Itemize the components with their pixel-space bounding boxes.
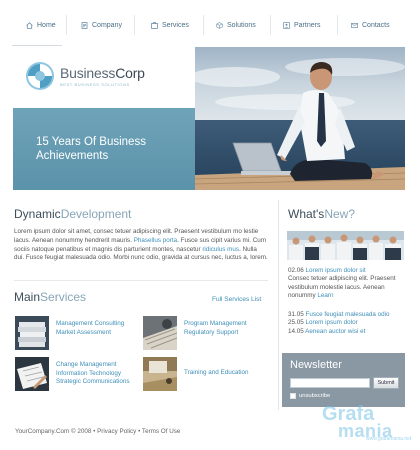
nav-home-label: Home	[37, 21, 56, 29]
service-item-program: Program Management Regulatory Support	[143, 316, 263, 350]
section-divider	[14, 280, 268, 281]
footer: YourCompany.Com © 2008 • Privacy Policy …	[15, 428, 180, 435]
service-item-consulting: Management Consulting Market Assessment	[15, 316, 135, 350]
news-link[interactable]: Lorem ipsum dolor sit	[306, 267, 366, 274]
nav-services[interactable]: Services	[151, 18, 189, 32]
news-entry: 02.06 Lorem ipsum dolor sit Consec tetue…	[288, 267, 408, 301]
unsubscribe-checkbox[interactable]	[290, 393, 296, 399]
nav-services-label: Services	[162, 21, 189, 29]
footer-copyright: YourCompany.Com © 2008 •	[15, 428, 96, 435]
newsletter-submit-button[interactable]: Submit	[373, 377, 399, 389]
nav-contacts-label: Contacts	[362, 21, 390, 29]
phasellus-porta-link[interactable]: Phasellus porta	[134, 237, 177, 244]
logo-mark-icon	[26, 62, 54, 90]
newsletter-email-input[interactable]	[290, 378, 370, 388]
service-link[interactable]: Strategic Communications	[56, 378, 130, 387]
dynamic-development-heading: DynamicDevelopment	[14, 207, 132, 221]
user-card-icon	[283, 21, 290, 29]
hero-banner: BusinessCorp BEST BUSINESS SOLUTIONS 15 …	[13, 47, 405, 190]
service-link[interactable]: Market Assessment	[56, 329, 124, 338]
nav-partners-label: Partners	[294, 21, 321, 29]
main-services-heading: MainServices	[14, 290, 87, 304]
news-date: 14.05	[288, 327, 304, 335]
nav-solutions[interactable]: Solutions	[216, 18, 256, 32]
cube-icon	[216, 21, 223, 29]
nav-divider	[203, 15, 204, 35]
nav-partners[interactable]: Partners	[283, 18, 320, 32]
nav-home[interactable]: Home	[26, 18, 56, 32]
service-link[interactable]: Regulatory Support	[184, 329, 247, 338]
column-divider	[278, 200, 279, 410]
service-item-training: Training and Education	[143, 357, 263, 391]
service-link[interactable]: Information Technology	[56, 370, 130, 379]
service-item-change: Change Management Information Technology…	[15, 357, 135, 391]
hero-title: 15 Years Of Business Achievements	[36, 136, 146, 162]
service-link[interactable]: Management Consulting	[56, 320, 124, 329]
building-icon	[151, 21, 158, 29]
hero-photo-businessman	[195, 47, 405, 190]
service-link[interactable]: Change Management	[56, 361, 130, 370]
watermark-logo: Grafa mania www.grafamania.net	[322, 403, 412, 442]
newsletter-box: Newsletter Submit unsubscribe	[282, 353, 405, 407]
nav-company-label: Company	[92, 21, 122, 29]
privacy-policy-link[interactable]: Privacy Policy	[97, 428, 136, 435]
company-logo[interactable]: BusinessCorp BEST BUSINESS SOLUTIONS	[25, 61, 145, 91]
nav-contacts[interactable]: Contacts	[351, 18, 390, 32]
hero-title-band: 15 Years Of Business Achievements	[13, 108, 195, 190]
top-navigation: Home Company Services Solutions Partners…	[0, 0, 420, 46]
full-services-list-link[interactable]: Full Services List	[212, 296, 261, 303]
dynamic-development-text: Lorem ipsum dolor sit amet, consec tetue…	[14, 228, 268, 262]
news-link[interactable]: Fusce feugiat malesuada odio	[306, 311, 390, 318]
service-thumb-keyboard	[143, 316, 177, 350]
logo-name: BusinessCorp	[60, 64, 145, 81]
nav-underline	[12, 45, 62, 46]
news-list: 31.05 Fusce feugiat malesuada odio 25.05…	[288, 311, 408, 336]
service-thumb-writing	[15, 357, 49, 391]
envelope-icon	[351, 22, 358, 29]
unsubscribe-label: unsubscribe	[299, 393, 331, 399]
learn-more-link[interactable]: Learn	[317, 292, 333, 299]
service-link[interactable]: Training and Education	[184, 369, 249, 378]
nav-divider	[270, 15, 271, 35]
nav-divider	[134, 15, 135, 35]
news-link[interactable]: Lorem ipsum dolor	[306, 319, 358, 326]
news-date: 25.05	[288, 319, 304, 327]
nav-solutions-label: Solutions	[227, 21, 256, 29]
service-thumb-papers	[15, 316, 49, 350]
logo-tagline: BEST BUSINESS SOLUTIONS	[60, 81, 130, 87]
terms-of-use-link[interactable]: Terms Of Use	[142, 428, 181, 435]
nav-divider	[66, 15, 67, 35]
news-link[interactable]: Aenean auctor wisi et	[305, 328, 365, 335]
nav-company[interactable]: Company	[81, 18, 122, 32]
footer-separator: •	[138, 428, 141, 435]
newsletter-title: Newsletter	[290, 359, 342, 371]
whats-new-photo-team	[287, 231, 404, 260]
house-icon	[26, 21, 33, 29]
service-link[interactable]: Program Management	[184, 320, 247, 329]
ridiculus-mus-link[interactable]: ridiculus mus	[202, 246, 239, 253]
whats-new-heading: What'sNew?	[288, 207, 355, 221]
news-date: 31.05	[288, 311, 304, 318]
news-date: 02.06	[288, 267, 304, 274]
nav-divider	[337, 15, 338, 35]
service-thumb-desk	[143, 357, 177, 391]
news-body: Consec tetuer adipiscing elit. Praesent …	[288, 275, 396, 300]
document-icon	[81, 21, 88, 29]
